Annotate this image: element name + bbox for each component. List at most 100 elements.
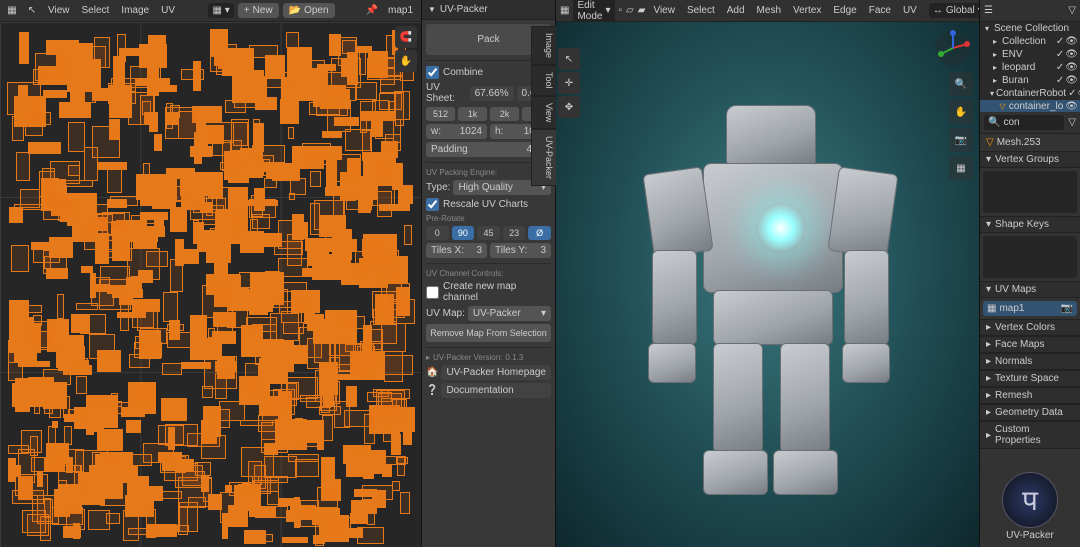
- menu-uv[interactable]: UV: [899, 5, 921, 16]
- homepage-link[interactable]: 🏠UV-Packer Homepage: [426, 365, 551, 380]
- menu-face[interactable]: Face: [865, 5, 895, 16]
- tilesx-field[interactable]: Tiles X:3: [426, 243, 487, 258]
- editor-type-icon[interactable]: ▦: [4, 3, 20, 19]
- menu-add[interactable]: Add: [723, 5, 749, 16]
- mesh-datablock[interactable]: Mesh.253: [997, 137, 1041, 148]
- menu-view[interactable]: View: [44, 5, 74, 16]
- sect-face-maps[interactable]: ▸Face Maps: [980, 336, 1080, 353]
- editor-type-icon[interactable]: ▦: [560, 3, 569, 19]
- menu-uv[interactable]: UV: [157, 5, 179, 16]
- persp-icon[interactable]: ▦: [949, 156, 973, 180]
- menu-vertex[interactable]: Vertex: [789, 5, 825, 16]
- help-icon: ❔: [426, 385, 438, 396]
- size-512[interactable]: 512: [426, 107, 455, 121]
- outliner[interactable]: ▾Scene Collection ▸Collection✓👁 ▸ENV✓👁 ▸…: [980, 22, 1080, 112]
- vertex-groups-list[interactable]: [983, 171, 1077, 213]
- size-1k[interactable]: 1k: [458, 107, 487, 121]
- disclosure-triangle-icon: ▼: [428, 5, 436, 14]
- sect-uv-maps[interactable]: ▾UV Maps: [980, 281, 1080, 298]
- tab-view[interactable]: View: [531, 96, 556, 129]
- properties-header: 🔍con ▽: [980, 112, 1080, 134]
- rot-23[interactable]: 23: [503, 226, 526, 240]
- tilesy-field[interactable]: Tiles Y:3: [490, 243, 551, 258]
- outliner-item: ▾ContainerRobot✓👁: [980, 87, 1080, 100]
- filter-icon[interactable]: ▽: [1068, 5, 1076, 16]
- uv-sheet-pct: 67.66%: [470, 86, 514, 101]
- uv-sheet-label: UV Sheet:: [426, 82, 467, 104]
- image-browse-dropdown[interactable]: ▦ ▾: [208, 3, 233, 18]
- left-toolbar: 🧲 ✋: [395, 26, 417, 72]
- menu-select[interactable]: Select: [78, 5, 114, 16]
- mode-dropdown[interactable]: Edit Mode ▾: [573, 0, 614, 24]
- sel-edge-icon[interactable]: ▱: [626, 3, 634, 19]
- camera-icon[interactable]: 📷: [1061, 303, 1073, 314]
- uv-packer-logo: प UV-Packer: [980, 466, 1080, 547]
- tab-image[interactable]: Image: [531, 26, 556, 65]
- menu-image[interactable]: Image: [117, 5, 153, 16]
- panel-header[interactable]: ▼ UV-Packer: [422, 0, 555, 20]
- viewport-header: ▦ Edit Mode ▾ ▫ ▱ ▰ View Select Add Mesh…: [556, 0, 979, 22]
- sect-custom-props[interactable]: ▸Custom Properties: [980, 421, 1080, 449]
- tab-tool[interactable]: Tool: [531, 65, 556, 96]
- sect-geometry-data[interactable]: ▸Geometry Data: [980, 404, 1080, 421]
- rescale-checkbox[interactable]: Rescale UV Charts: [426, 198, 551, 211]
- uv-islands: [8, 30, 413, 539]
- zoom-icon[interactable]: 🔍: [949, 72, 973, 96]
- menu-select[interactable]: Select: [683, 5, 719, 16]
- select-tool[interactable]: ↖: [558, 48, 580, 70]
- sel-face-icon[interactable]: ▰: [638, 3, 646, 19]
- properties-panel: ▽Mesh.253 ▾Vertex Groups ▾Shape Keys ▾UV…: [980, 134, 1080, 547]
- image-name[interactable]: map1: [384, 5, 417, 16]
- version-label: UV-Packer Version:: [433, 353, 502, 362]
- funnel-icon[interactable]: ▽: [1068, 117, 1076, 128]
- uv-editor-header: ▦ ↖ View Select Image UV ▦ ▾ + New 📂 Ope…: [0, 0, 421, 22]
- move-tool[interactable]: ✥: [558, 96, 580, 118]
- scene-collection: ▾Scene Collection: [980, 22, 1080, 35]
- width-field[interactable]: w:1024: [426, 124, 487, 139]
- sect-remesh[interactable]: ▸Remesh: [980, 387, 1080, 404]
- panel-title: UV-Packer: [440, 4, 488, 15]
- viewport-3d[interactable]: ↖ ✛ ✥ 🔍 ✋ 📷 ▦: [556, 22, 979, 547]
- menu-mesh[interactable]: Mesh: [753, 5, 785, 16]
- channel-label: UV Channel Controls:: [426, 269, 551, 278]
- shape-keys-list[interactable]: [983, 236, 1077, 278]
- sect-shape-keys[interactable]: ▾Shape Keys: [980, 216, 1080, 233]
- outliner-icon[interactable]: ☰: [984, 5, 993, 16]
- docs-link[interactable]: ❔Documentation: [426, 383, 551, 398]
- uv-canvas[interactable]: 🧲 ✋: [0, 22, 421, 547]
- tab-uvpacker[interactable]: UV-Packer: [531, 129, 556, 186]
- size-2k[interactable]: 2k: [490, 107, 519, 121]
- rot-90[interactable]: 90: [452, 226, 475, 240]
- remove-map-button[interactable]: Remove Map From Selection: [426, 324, 551, 342]
- hand-icon[interactable]: ✋: [395, 50, 417, 72]
- menu-view[interactable]: View: [649, 5, 679, 16]
- pan-icon[interactable]: ✋: [949, 100, 973, 124]
- cursor-icon[interactable]: ↖: [24, 3, 40, 19]
- outliner-item: ▸ENV✓👁: [980, 48, 1080, 61]
- sect-vertex-groups[interactable]: ▾Vertex Groups: [980, 151, 1080, 168]
- sect-vertex-colors[interactable]: ▸Vertex Colors: [980, 319, 1080, 336]
- sel-vert-icon[interactable]: ▫: [619, 3, 623, 19]
- menu-edge[interactable]: Edge: [829, 5, 860, 16]
- open-image-button[interactable]: 📂 Open: [283, 3, 335, 18]
- cursor-tool[interactable]: ✛: [558, 72, 580, 94]
- uvmap-icon: ▦: [987, 303, 996, 314]
- camera-icon[interactable]: 📷: [949, 128, 973, 152]
- create-channel-checkbox[interactable]: Create new map channel: [426, 281, 551, 303]
- uvmap-label: UV Map:: [426, 308, 465, 319]
- robot-mesh: [608, 75, 928, 515]
- uv-map-item[interactable]: ▦map1 📷: [983, 301, 1077, 316]
- search-field[interactable]: con: [1003, 117, 1019, 128]
- version-value: 0.1.3: [505, 353, 523, 362]
- pin-icon[interactable]: 📌: [364, 3, 380, 19]
- orbit-gizmo[interactable]: [933, 28, 973, 68]
- magnet-icon[interactable]: 🧲: [395, 26, 417, 48]
- new-image-button[interactable]: + New: [238, 3, 279, 18]
- sect-normals[interactable]: ▸Normals: [980, 353, 1080, 370]
- rot-0[interactable]: 0: [426, 226, 449, 240]
- type-label: Type:: [426, 182, 450, 193]
- rot-45[interactable]: 45: [477, 226, 500, 240]
- sect-texture-space[interactable]: ▸Texture Space: [980, 370, 1080, 387]
- rot-full[interactable]: Ø: [528, 226, 551, 240]
- uvmap-dropdown[interactable]: UV-Packer▾: [468, 306, 551, 321]
